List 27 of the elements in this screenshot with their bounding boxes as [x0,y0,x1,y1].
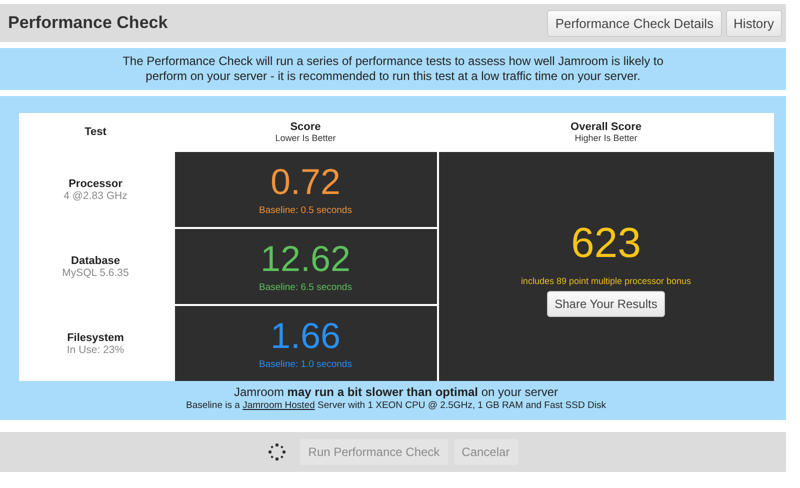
score-value: 1.66 [270,317,341,355]
test-name: Filesystem [67,332,124,344]
score-value: 0.72 [270,163,341,201]
column-header: Overall Score [570,120,642,132]
test-name: Processor [68,178,122,190]
test-detail: In Use: 23% [66,344,124,356]
intro-text: The Performance Check will run a series of performance tests to assess how well Jamroom is likely to perform on your server - it is recommended to run this test at a low traffic time on your server. [122,54,664,84]
score-value: 12.62 [260,240,351,278]
test-detail: 4 @2.83 GHz [64,190,128,202]
header-button[interactable]: History [726,10,782,36]
baseline-text: Baseline: 0.5 seconds [259,205,352,216]
overall-score: 623 [570,220,642,266]
header-button[interactable]: Performance Check Details [547,10,722,36]
test-detail: MySQL 5.6.35 [62,266,129,278]
column-subtitle: Lower Is Better [275,132,336,142]
column-header: Score [290,120,321,132]
test-name: Database [71,254,120,266]
baseline-note: Baseline is a Jamroom Hosted Server with 1 XEON CPU @ 2.5GHz, 1 GB RAM and Fast SSD Disk [186,400,606,411]
baseline-text: Baseline: 1.0 seconds [259,359,352,370]
page-title: Performance Check [8,13,168,33]
verdict-text: Jamroom may run a bit slower than optimal on your server [234,385,558,399]
hosted-link[interactable]: Jamroom Hosted [242,400,315,411]
bonus-note: includes 89 point multiple processor bonus [520,276,692,286]
column-header: Test [84,126,106,138]
baseline-text: Baseline: 6.5 seconds [259,282,352,293]
column-subtitle: Higher Is Better [574,132,638,142]
share-button[interactable]: Share Your Results [546,291,666,317]
